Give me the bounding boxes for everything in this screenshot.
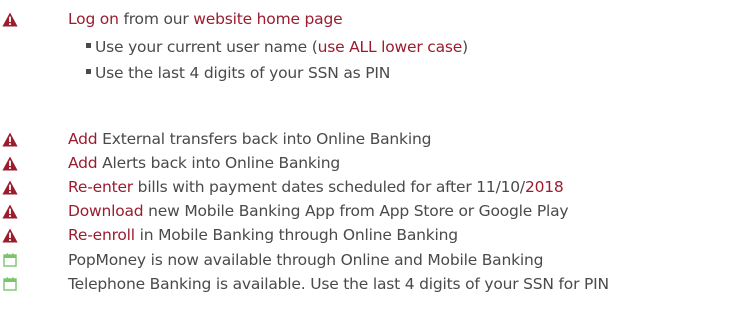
note-text: Telephone Banking is available. Use the … xyxy=(68,275,609,293)
task-rest: new Mobile Banking App from App Store or… xyxy=(143,202,569,220)
task-rest: External transfers back into Online Bank… xyxy=(97,130,432,148)
bullet-mark xyxy=(86,43,91,48)
note-text: PopMoney is now available through Online… xyxy=(68,251,544,269)
website-home-page-link[interactable]: website home page xyxy=(193,10,342,28)
login-middle: from our xyxy=(118,10,194,28)
warning-icon xyxy=(0,175,20,199)
task-text: Download new Mobile Banking App from App… xyxy=(68,199,569,223)
bullet-emphasis: use ALL lower case xyxy=(317,38,463,56)
calendar-icon xyxy=(0,272,20,296)
warning-icon xyxy=(0,199,20,223)
bullet-username: Use your current user name (use ALL lowe… xyxy=(86,35,468,59)
warning-icon xyxy=(0,7,20,31)
task-rest: in Mobile Banking through Online Banking xyxy=(134,226,459,244)
task-text: Add Alerts back into Online Banking xyxy=(68,151,340,175)
bullet-pin: Use the last 4 digits of your SSN as PIN xyxy=(86,61,390,85)
warning-icon xyxy=(0,223,20,247)
task-rest: Alerts back into Online Banking xyxy=(97,154,341,172)
calendar-icon xyxy=(0,248,20,272)
task-action: Download xyxy=(68,202,144,220)
bullet-text-end: ) xyxy=(462,38,468,56)
task-action: Re-enroll xyxy=(68,226,135,244)
task-year: 2018 xyxy=(524,178,564,196)
bullet-mark xyxy=(86,69,91,74)
task-action: Add xyxy=(68,154,98,172)
task-text: Re-enter bills with payment dates schedu… xyxy=(68,175,564,199)
bullet-text: Use your current user name ( xyxy=(95,38,318,56)
task-text: Re-enroll in Mobile Banking through Onli… xyxy=(68,223,458,247)
warning-icon xyxy=(0,151,20,175)
login-action: Log on xyxy=(68,10,119,28)
task-rest: bills with payment dates scheduled for a… xyxy=(132,178,525,196)
warning-icon xyxy=(0,127,20,151)
task-action: Add xyxy=(68,130,98,148)
bullet-text: Use the last 4 digits of your SSN as PIN xyxy=(95,64,391,82)
login-text: Log on from our website home page xyxy=(68,7,343,31)
task-action: Re-enter xyxy=(68,178,133,196)
task-text: Add External transfers back into Online … xyxy=(68,127,431,151)
